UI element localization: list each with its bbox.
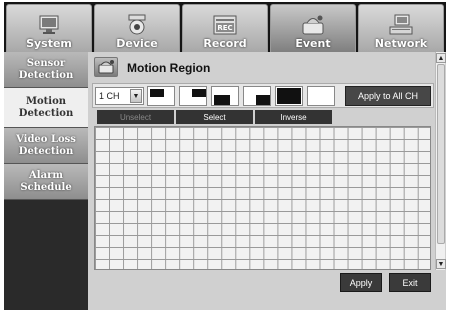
monitor-icon: [39, 15, 59, 34]
inverse-button[interactable]: Inverse: [255, 110, 332, 124]
region-toolbar: 1 CH ▼ Apply to All CH: [92, 83, 434, 108]
region-preset-bottom-right[interactable]: [243, 86, 271, 106]
tab-record[interactable]: REC Record: [182, 4, 268, 52]
apply-to-all-channels-button[interactable]: Apply to All CH: [345, 86, 431, 106]
region-preset-top-left[interactable]: [147, 86, 175, 106]
tab-network[interactable]: Network: [358, 4, 444, 52]
top-navigation: System Device REC Record Event Network: [4, 2, 446, 52]
page-title: Motion Region: [127, 61, 211, 75]
sidebar: Sensor Detection Motion Detection Video …: [4, 52, 88, 310]
sidebar-item-label: Video Loss Detection: [16, 133, 76, 157]
sidebar-item-sensor-detection[interactable]: Sensor Detection: [4, 52, 88, 88]
region-preset-full[interactable]: [275, 86, 303, 106]
scroll-up-icon[interactable]: ▲: [436, 53, 446, 63]
region-preset-bottom-left[interactable]: [211, 86, 239, 106]
rec-icon: REC: [213, 15, 237, 35]
sidebar-item-label: Motion Detection: [18, 95, 74, 119]
sidebar-item-motion-detection[interactable]: Motion Detection: [4, 88, 88, 128]
camera-icon: [128, 14, 146, 35]
vertical-scrollbar[interactable]: ▲ ▼: [435, 52, 446, 270]
select-button[interactable]: Select: [176, 110, 253, 124]
selection-mode-bar: Unselect Select Inverse: [97, 110, 332, 124]
tab-label: Device: [116, 37, 158, 50]
tab-label: Network: [374, 37, 428, 50]
main-panel: Motion Region 1 CH ▼ Apply to All CH Uns…: [88, 52, 446, 310]
exit-button[interactable]: Exit: [389, 273, 431, 292]
tab-label: System: [26, 37, 72, 50]
region-preset-top-right[interactable]: [179, 86, 207, 106]
tab-system[interactable]: System: [6, 4, 92, 52]
chevron-down-icon[interactable]: ▼: [130, 89, 142, 103]
scrollbar-thumb[interactable]: [437, 64, 445, 244]
network-icon: [389, 14, 413, 35]
sidebar-item-alarm-schedule[interactable]: Alarm Schedule: [4, 164, 88, 200]
svg-text:REC: REC: [217, 24, 232, 32]
tab-label: Record: [203, 37, 247, 50]
sidebar-item-label: Sensor Detection: [18, 57, 74, 81]
channel-select-value: 1 CH: [99, 91, 120, 101]
motion-region-grid[interactable]: [94, 126, 431, 270]
tab-label: Event: [295, 37, 331, 50]
region-preset-clear[interactable]: [307, 86, 335, 106]
alarm-icon: [302, 15, 324, 35]
apply-button[interactable]: Apply: [340, 273, 382, 292]
sidebar-item-video-loss-detection[interactable]: Video Loss Detection: [4, 128, 88, 164]
dvr-settings-window: System Device REC Record Event Network S…: [0, 0, 450, 314]
motion-region-icon: [94, 57, 118, 77]
channel-select[interactable]: 1 CH ▼: [95, 87, 144, 105]
sidebar-item-label: Alarm Schedule: [20, 169, 72, 193]
tab-event[interactable]: Event: [270, 4, 356, 52]
unselect-button[interactable]: Unselect: [97, 110, 174, 124]
scroll-down-icon[interactable]: ▼: [436, 259, 446, 269]
tab-device[interactable]: Device: [94, 4, 180, 52]
